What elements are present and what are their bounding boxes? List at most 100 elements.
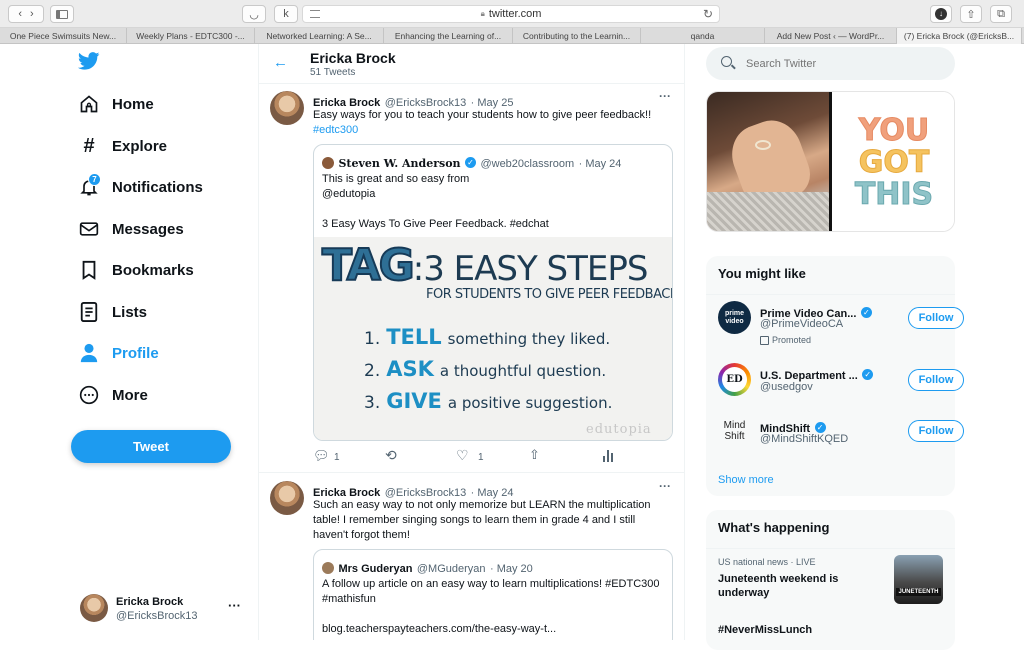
browser-tab[interactable]: qanda	[641, 28, 765, 44]
tweet-avatar[interactable]	[270, 481, 304, 515]
nails-photo[interactable]	[707, 92, 829, 231]
analytics-icon[interactable]	[603, 450, 613, 462]
nav-item-lists[interactable]: Lists	[78, 297, 147, 327]
trend-hashtag[interactable]: #NeverMissLunch	[718, 624, 812, 636]
tabs-overview-button[interactable]: ⧉	[990, 5, 1012, 23]
tweet-count: 51 Tweets	[310, 67, 356, 78]
trend-item[interactable]: US national news · LIVE Juneteenth weeke…	[706, 548, 955, 612]
search-box[interactable]	[706, 47, 955, 80]
more-dots-icon[interactable]: ···	[228, 598, 241, 613]
suggested-account[interactable]: prime video Prime Video Can... ✓ @PrimeV…	[706, 294, 964, 352]
avatar-text: ED	[722, 367, 747, 392]
trend-headline: Juneteenth weekend is underway	[718, 573, 839, 599]
sticker-image[interactable]: YOU GOT THIS	[832, 92, 954, 231]
tweet[interactable]: Ericka Brock @EricksBrock13 · May 25 ···…	[259, 85, 684, 473]
reply-count: 1	[334, 452, 340, 463]
promoted-text: Promoted	[772, 335, 812, 345]
nav-item-bookmarks[interactable]: Bookmarks	[78, 255, 194, 285]
reply-icon[interactable]: 💬︎	[313, 448, 330, 464]
trend-thumbnail[interactable]: JUNETEENTH	[894, 555, 943, 604]
quoted-line: 3 Easy Ways To Give Peer Feedback. #edch…	[322, 218, 549, 230]
sidebar-toggle-button[interactable]	[50, 5, 74, 23]
extension-button-1[interactable]: ◡	[242, 5, 266, 23]
sidebar-icon	[56, 9, 68, 19]
account-handle: @PrimeVideoCA	[760, 318, 844, 330]
nav-item-more[interactable]: More	[78, 380, 148, 410]
show-more-link[interactable]: Show more	[718, 474, 774, 486]
like-count: 1	[478, 452, 484, 463]
nav-item-explore[interactable]: # Explore	[78, 131, 167, 161]
quoted-line: #mathisfun	[322, 593, 376, 605]
verified-badge-icon: ✓	[860, 307, 872, 319]
reader-icon[interactable]	[310, 10, 320, 18]
search-input[interactable]	[746, 55, 936, 72]
hashtag-icon: #	[83, 134, 95, 157]
follow-button[interactable]: Follow	[908, 369, 964, 391]
nav-item-home[interactable]: Home	[78, 89, 154, 119]
quoted-tweet[interactable]: Steven W. Anderson ✓ @web20classroom · M…	[313, 144, 673, 441]
share-button[interactable]: ⇧	[960, 5, 982, 23]
nav-label: Profile	[112, 344, 159, 362]
browser-tab[interactable]: Add New Post ‹ — WordPr...	[765, 28, 897, 44]
browser-tab[interactable]: Weekly Plans - EDTC300 -...	[127, 28, 255, 44]
quoted-line: A follow up article on an easy way to le…	[322, 578, 660, 590]
suggested-account[interactable]: Mind Shift MindShift ✓ @MindShiftKQED Fo…	[706, 412, 964, 458]
back-arrow-icon[interactable]: ←	[273, 54, 288, 71]
step-number: 2.	[364, 361, 381, 381]
browser-tab[interactable]: Networked Learning: A Se...	[255, 28, 384, 44]
image-subtitle: FOR STUDENTS TO GIVE PEER FEEDBACK	[426, 287, 673, 302]
promoted-icon	[760, 336, 769, 346]
browser-tab[interactable]: One Piece Swimsuits New...	[0, 28, 127, 44]
quoted-avatar	[322, 561, 334, 574]
browser-tab[interactable]: Enhancing the Learning of...	[384, 28, 513, 44]
image-step: 3. GIVE a positive suggestion.	[364, 389, 612, 413]
browser-tab[interactable]: (7) Ericka Brock (@EricksB...	[897, 28, 1022, 44]
tweet-more-icon[interactable]: ···	[659, 89, 671, 103]
bell-icon: 7	[78, 173, 101, 198]
like-icon[interactable]: ♡	[456, 447, 469, 464]
nav-item-profile[interactable]: Profile	[78, 338, 159, 368]
envelope-icon	[78, 218, 100, 240]
nav-item-notifications[interactable]: 7 Notifications	[78, 172, 203, 202]
step-number: 3.	[364, 393, 381, 413]
quoted-tweet[interactable]: Mrs Guderyan @MGuderyan · May 20 A follo…	[313, 549, 673, 640]
quoted-image[interactable]: TAG:3 EASY STEPS FOR STUDENTS TO GIVE PE…	[314, 237, 673, 440]
suggested-account[interactable]: ED U.S. Department ... ✓ @usedgov Follow	[706, 360, 964, 406]
tweet-button[interactable]: Tweet	[71, 430, 231, 463]
step-description: a thoughtful question.	[439, 362, 607, 380]
sticker-word: YOU	[858, 112, 930, 148]
forward-arrow-icon[interactable]: ›	[30, 8, 34, 20]
address-bar[interactable]: 🔒︎ twitter.com ↻	[302, 5, 720, 23]
image-title-tag: TAG	[321, 239, 416, 292]
quoted-line: @edutopia	[322, 188, 376, 200]
tweet-avatar[interactable]	[270, 91, 304, 125]
follow-button[interactable]: Follow	[908, 307, 964, 329]
follow-button[interactable]: Follow	[908, 420, 964, 442]
extension-button-2[interactable]: k	[274, 5, 298, 23]
tweet-more-icon[interactable]: ···	[659, 479, 671, 493]
media-preview[interactable]: YOU GOT THIS	[706, 91, 955, 232]
reload-icon[interactable]: ↻	[703, 7, 713, 21]
usedgov-avatar[interactable]: ED	[718, 363, 751, 396]
share-icon[interactable]: ⇧	[529, 447, 540, 463]
tweet[interactable]: Ericka Brock @EricksBrock13 · May 24 ···…	[259, 474, 684, 640]
nav-label: Bookmarks	[112, 261, 194, 279]
hashtag-link[interactable]: #edtc300	[313, 124, 358, 136]
back-forward-buttons[interactable]: ‹ ›	[8, 5, 44, 23]
avatar-text: prime video	[724, 309, 745, 325]
quoted-date: · May 20	[489, 563, 533, 575]
prime-video-avatar[interactable]: prime video	[718, 301, 751, 334]
quoted-line	[322, 607, 667, 622]
nav-label: Lists	[112, 303, 148, 321]
quoted-line	[322, 202, 662, 217]
nav-item-messages[interactable]: Messages	[78, 214, 184, 244]
browser-tab[interactable]: Contributing to the Learnin...	[513, 28, 641, 44]
back-arrow-icon[interactable]: ‹	[18, 8, 22, 20]
step-description: something they liked.	[447, 330, 611, 348]
account-switcher[interactable]: Ericka Brock @EricksBrock13 ···	[78, 592, 248, 626]
mindshift-avatar[interactable]: Mind Shift	[718, 414, 751, 447]
retweet-icon[interactable]: ⟲	[385, 447, 397, 464]
sticker-word: GOT	[858, 144, 930, 180]
twitter-logo-icon[interactable]	[77, 52, 100, 75]
downloads-button[interactable]: ↓	[930, 5, 952, 23]
